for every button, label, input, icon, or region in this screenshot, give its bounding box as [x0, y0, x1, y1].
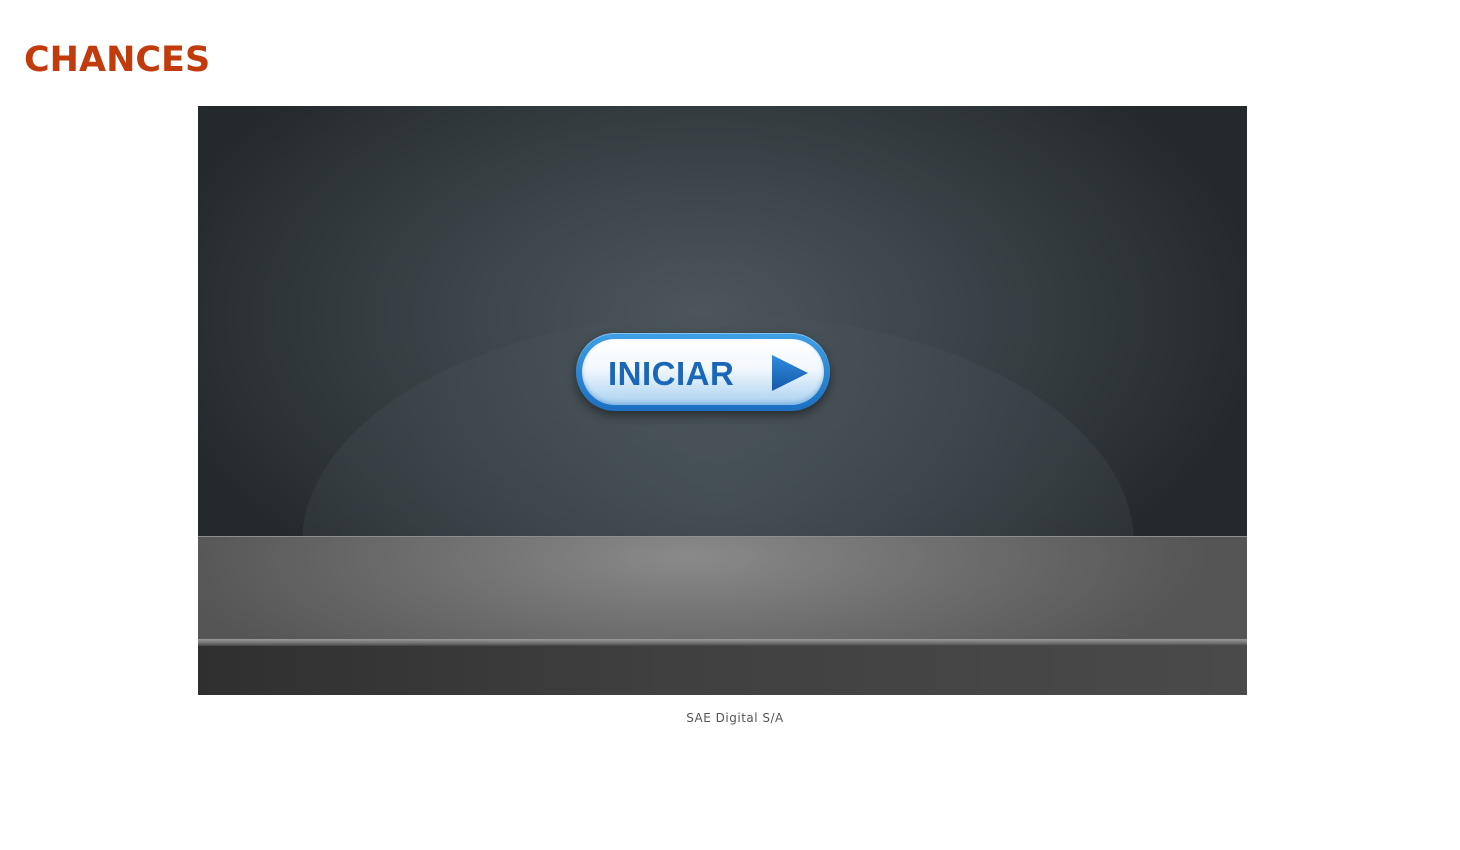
start-button-label: INICIAR	[608, 355, 735, 392]
activity-stage: INICIAR	[198, 106, 1247, 695]
start-button[interactable]: INICIAR	[576, 333, 830, 411]
stage-base	[198, 646, 1247, 695]
stage-floor	[198, 536, 1247, 641]
start-button-face[interactable]: INICIAR	[582, 339, 824, 405]
play-icon	[772, 355, 808, 391]
stage-floor-edge	[198, 639, 1247, 646]
footer-copyright: SAE Digital S/A	[686, 711, 784, 725]
page-title: CHANCES	[24, 40, 211, 80]
